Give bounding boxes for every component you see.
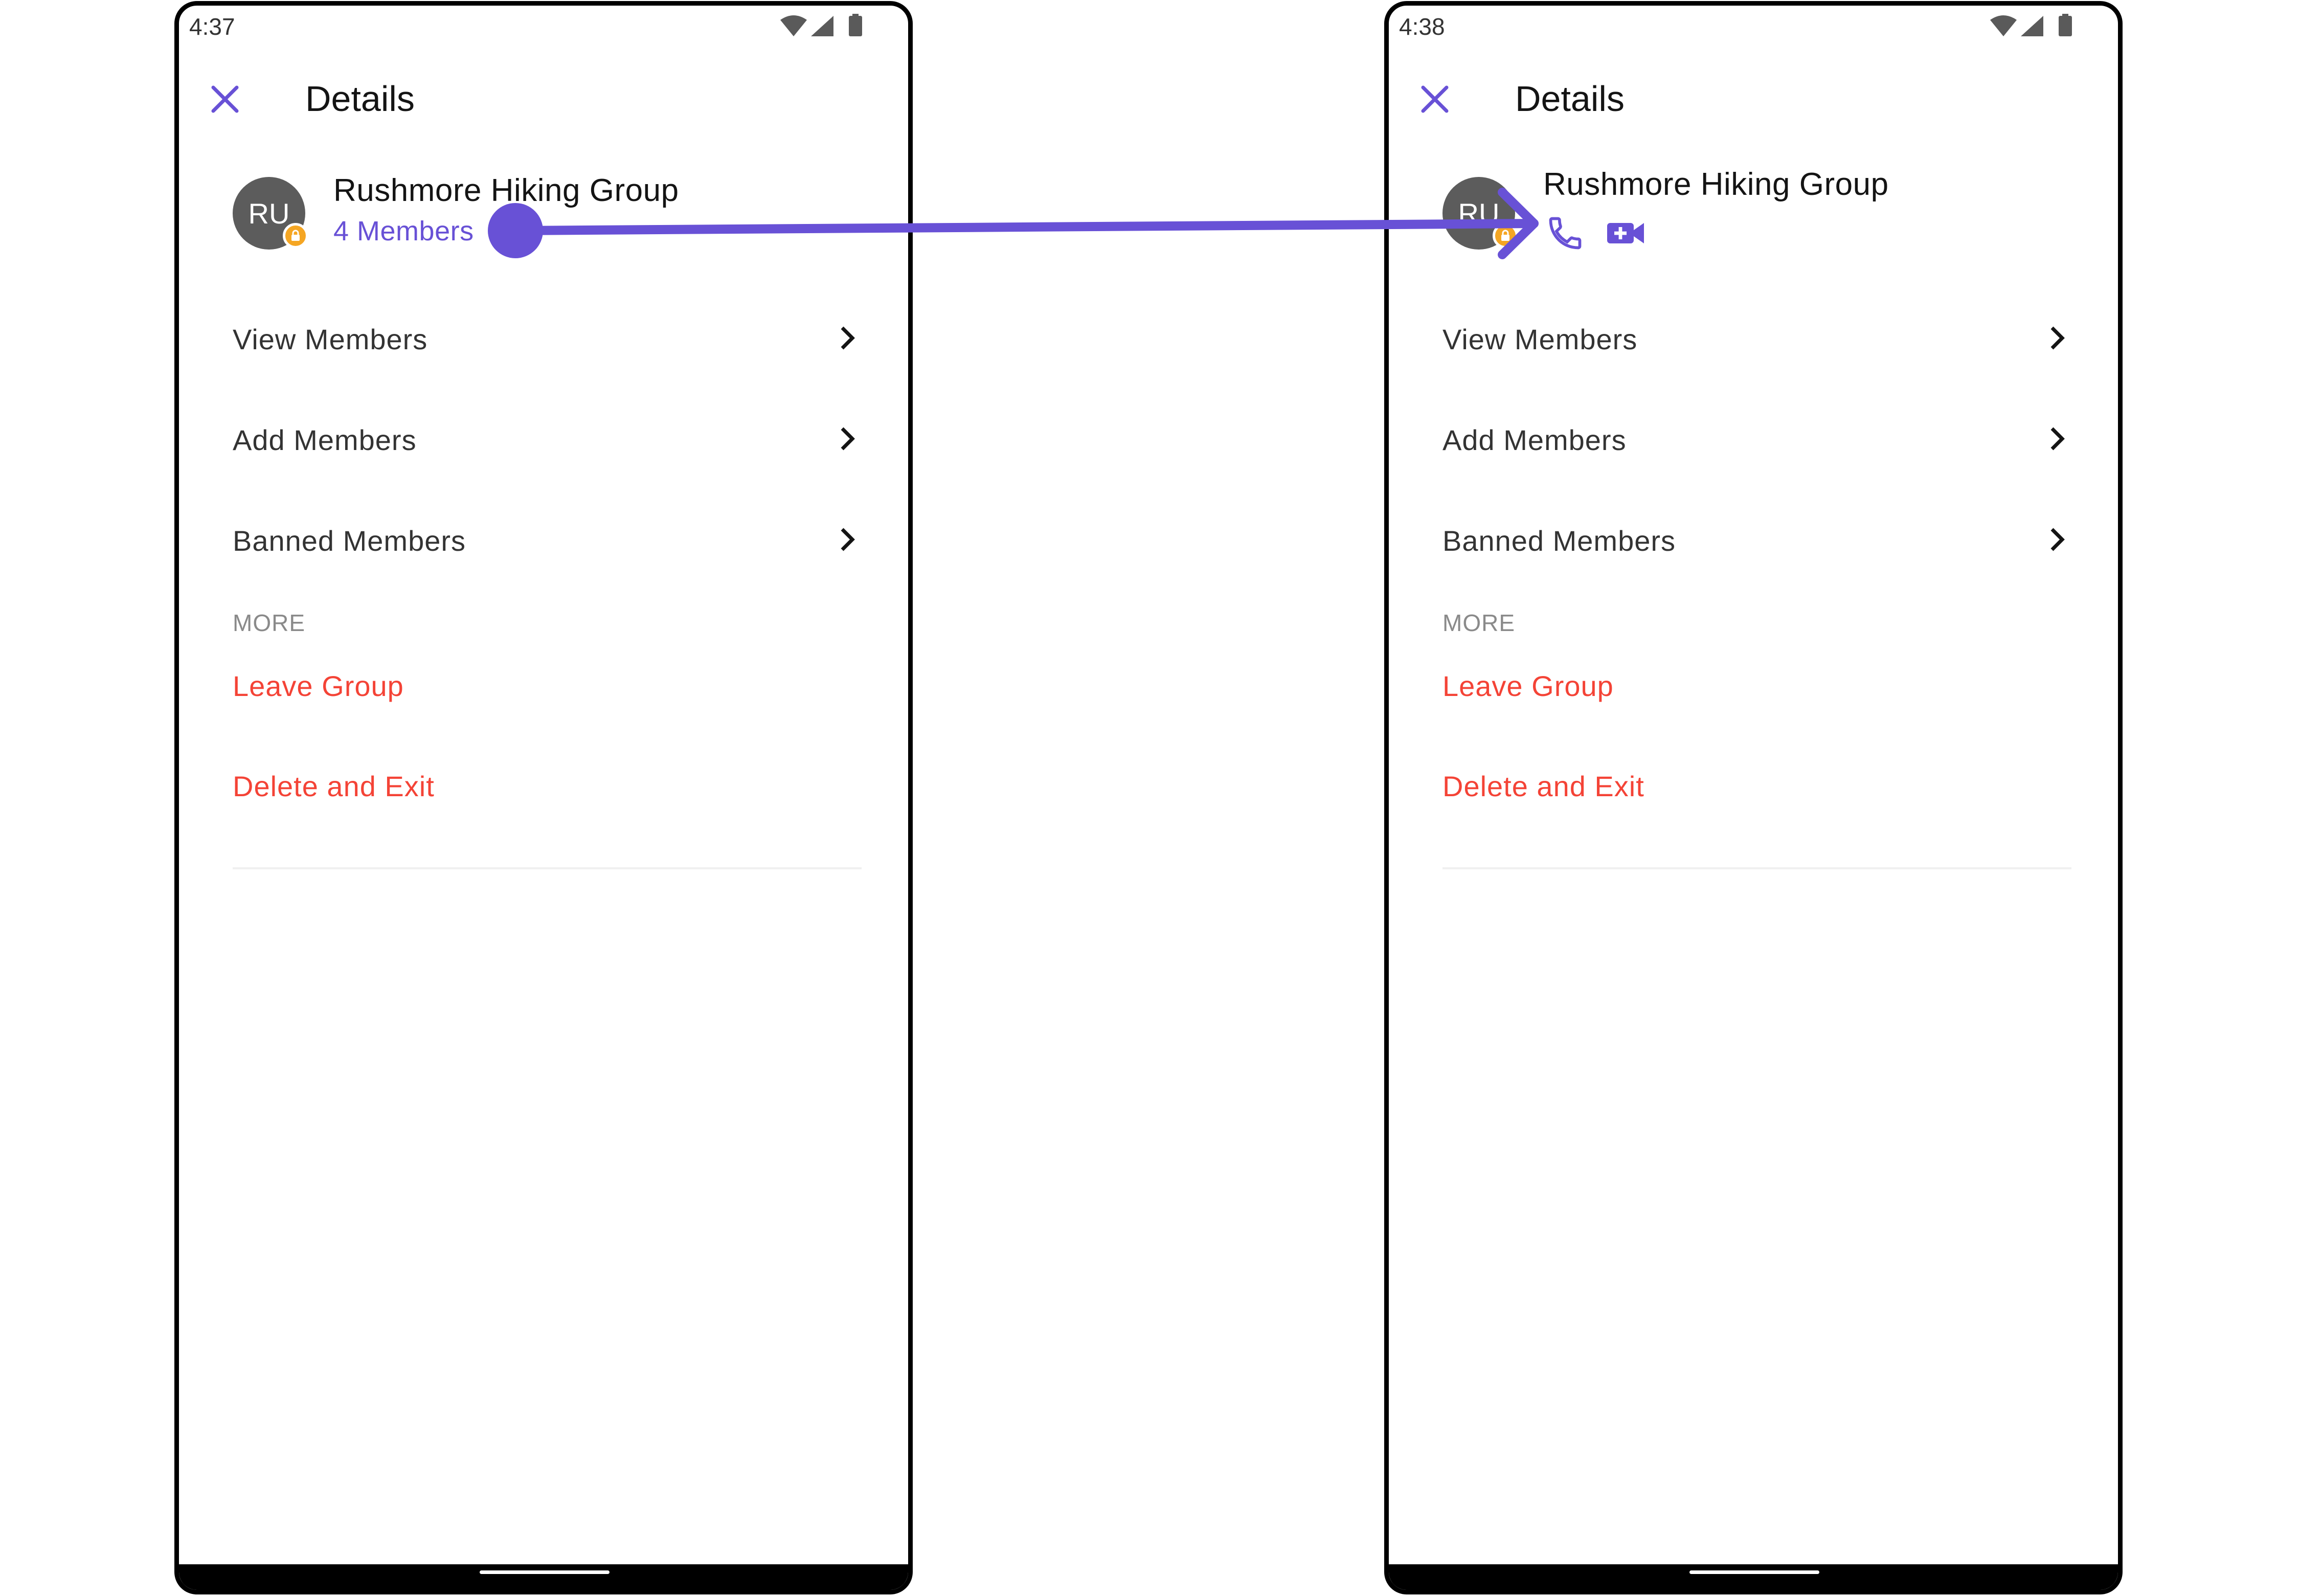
phone-icon bbox=[1549, 217, 1582, 250]
private-group-badge bbox=[1493, 223, 1518, 249]
chevron-right-icon bbox=[2050, 326, 2065, 350]
home-handle[interactable] bbox=[1689, 1570, 1819, 1574]
group-name: Rushmore Hiking Group bbox=[1543, 167, 1889, 202]
divider bbox=[1442, 867, 2071, 869]
phone-screen-after: 4:38 Details RU Rushmore Hiking Group Vi… bbox=[1384, 1, 2123, 1594]
home-handle[interactable] bbox=[480, 1570, 610, 1574]
add-members-item[interactable]: Add Members bbox=[1442, 408, 2071, 469]
group-header: RU Rushmore Hiking Group bbox=[1389, 167, 2118, 251]
view-members-label: View Members bbox=[233, 323, 428, 355]
lock-icon bbox=[291, 230, 300, 241]
video-call-button[interactable] bbox=[1603, 210, 1649, 256]
view-members-label: View Members bbox=[1442, 323, 1638, 355]
banned-members-item[interactable]: Banned Members bbox=[233, 509, 862, 570]
private-group-badge bbox=[283, 223, 308, 249]
avatar-initials: RU bbox=[248, 197, 290, 230]
signal-icon bbox=[2021, 16, 2043, 36]
chevron-right-icon bbox=[841, 528, 855, 551]
status-icons bbox=[1990, 14, 2072, 36]
navigation-bar bbox=[179, 1564, 908, 1590]
wifi-icon bbox=[1990, 15, 2017, 36]
wifi-icon bbox=[780, 15, 807, 36]
leave-group-button[interactable]: Leave Group bbox=[1442, 669, 1614, 703]
divider bbox=[233, 867, 862, 869]
battery-icon bbox=[2059, 16, 2072, 36]
close-icon[interactable] bbox=[207, 81, 243, 117]
section-more-label: MORE bbox=[1442, 610, 1515, 636]
app-bar: Details bbox=[1389, 57, 2118, 144]
lock-icon bbox=[1501, 230, 1509, 241]
status-time: 4:38 bbox=[1399, 13, 1445, 40]
group-name: Rushmore Hiking Group bbox=[333, 173, 679, 208]
page-title: Details bbox=[1515, 79, 1625, 119]
status-icons bbox=[780, 14, 862, 36]
chevron-right-icon bbox=[2050, 427, 2065, 451]
banned-members-label: Banned Members bbox=[1442, 525, 1676, 557]
signal-icon bbox=[811, 16, 833, 36]
group-header: RU Rushmore Hiking Group 4 Members bbox=[179, 169, 908, 251]
status-time: 4:37 bbox=[189, 13, 235, 40]
avatar-initials: RU bbox=[1458, 197, 1500, 230]
section-more-label: MORE bbox=[233, 610, 305, 636]
banned-members-label: Banned Members bbox=[233, 525, 466, 557]
page-title: Details bbox=[305, 79, 415, 119]
chevron-right-icon bbox=[2050, 528, 2065, 551]
add-members-item[interactable]: Add Members bbox=[233, 408, 862, 469]
view-members-item[interactable]: View Members bbox=[1442, 307, 2071, 369]
battery-icon bbox=[849, 16, 862, 36]
video-camera-icon bbox=[1607, 223, 1644, 243]
status-bar: 4:38 bbox=[1389, 6, 2118, 47]
delete-and-exit-button[interactable]: Delete and Exit bbox=[233, 770, 435, 803]
call-actions bbox=[1542, 210, 1655, 256]
chevron-right-icon bbox=[841, 326, 855, 350]
add-members-label: Add Members bbox=[1442, 424, 1627, 456]
app-bar: Details bbox=[179, 57, 908, 144]
status-bar: 4:37 bbox=[179, 6, 908, 47]
phone-screen-before: 4:37 Details RU Rushmore Hiking Group 4 … bbox=[174, 1, 913, 1594]
leave-group-button[interactable]: Leave Group bbox=[233, 669, 404, 703]
voice-call-button[interactable] bbox=[1542, 210, 1588, 256]
add-members-label: Add Members bbox=[233, 424, 417, 456]
view-members-item[interactable]: View Members bbox=[233, 307, 862, 369]
delete-and-exit-button[interactable]: Delete and Exit bbox=[1442, 770, 1644, 803]
chevron-right-icon bbox=[841, 427, 855, 451]
navigation-bar bbox=[1389, 1564, 2118, 1590]
member-count: 4 Members bbox=[333, 216, 474, 246]
close-icon[interactable] bbox=[1417, 81, 1453, 117]
banned-members-item[interactable]: Banned Members bbox=[1442, 509, 2071, 570]
